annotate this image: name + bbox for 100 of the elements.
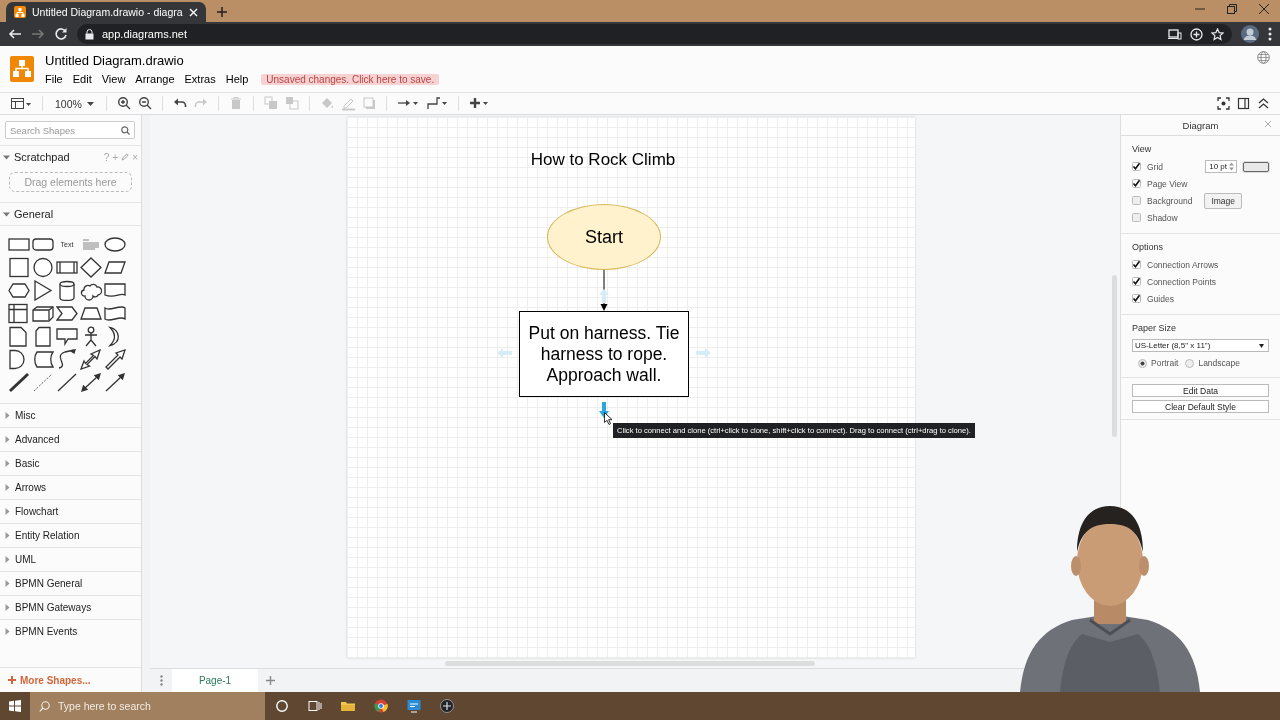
color-swatch[interactable] bbox=[1243, 161, 1269, 172]
checkbox[interactable] bbox=[1132, 277, 1141, 286]
search-icon bbox=[121, 125, 130, 135]
palette-section[interactable]: BPMN Events bbox=[0, 619, 141, 643]
zoom-dropdown[interactable]: 100% bbox=[53, 97, 96, 110]
thick-line-icon[interactable] bbox=[8, 371, 30, 393]
collapse-icon[interactable] bbox=[1257, 97, 1270, 110]
checkbox[interactable] bbox=[1132, 179, 1141, 188]
palette-section[interactable]: Advanced bbox=[0, 427, 141, 451]
menu-item[interactable]: Edit bbox=[67, 73, 97, 85]
line-icon[interactable] bbox=[56, 371, 78, 393]
cylinder-icon[interactable] bbox=[56, 279, 78, 301]
address-bar[interactable]: app.diagrams.net bbox=[77, 24, 1232, 44]
zoom-in-icon[interactable] bbox=[116, 96, 131, 111]
scrollbar[interactable] bbox=[1112, 275, 1117, 437]
image-button[interactable]: Image bbox=[1204, 192, 1242, 209]
save-notice[interactable]: Unsaved changes. Click here to save. bbox=[261, 73, 440, 85]
section-heading: Paper Size bbox=[1132, 323, 1178, 333]
app-icon[interactable] bbox=[439, 699, 454, 713]
curved-arrow-icon[interactable] bbox=[56, 348, 78, 370]
menu-item[interactable]: Arrange bbox=[130, 73, 180, 85]
block-arrow-icon[interactable] bbox=[104, 348, 126, 370]
diamond-icon[interactable] bbox=[80, 256, 102, 278]
paper-size-dropdown[interactable]: US-Letter (8,5" x 11") bbox=[1132, 339, 1269, 352]
restore-icon[interactable] bbox=[1227, 4, 1237, 14]
lock-icon bbox=[85, 28, 94, 40]
data-storage-icon[interactable] bbox=[32, 348, 54, 370]
palette-section[interactable]: Flowchart bbox=[0, 499, 141, 523]
checkbox[interactable] bbox=[1132, 294, 1141, 303]
zoom-out-icon[interactable] bbox=[137, 96, 152, 111]
more-menu-icon[interactable] bbox=[1268, 27, 1272, 41]
checkbox[interactable] bbox=[1132, 213, 1141, 222]
avatar-icon[interactable] bbox=[1241, 25, 1259, 43]
tab-title: Untitled Diagram.drawio - diagra bbox=[32, 6, 183, 18]
process-node[interactable]: Put on harness. Tie harness to rope. Approach wall. bbox=[519, 311, 689, 397]
triangle-icon[interactable] bbox=[32, 279, 54, 301]
diagram-title[interactable]: How to Rock Climb bbox=[477, 150, 729, 170]
general-header[interactable]: General bbox=[0, 202, 141, 225]
card-icon[interactable] bbox=[32, 325, 54, 347]
start-node[interactable]: Start bbox=[547, 204, 661, 270]
drop-area: Drag elements here bbox=[9, 172, 132, 192]
search-icon bbox=[39, 700, 50, 712]
menu-item[interactable]: View bbox=[96, 73, 131, 85]
scrollbar[interactable] bbox=[445, 661, 815, 666]
task-view-icon[interactable] bbox=[307, 699, 322, 713]
palette-section[interactable]: UML bbox=[0, 547, 141, 571]
plus-icon[interactable] bbox=[468, 96, 489, 111]
browser-tab[interactable]: Untitled Diagram.drawio - diagra bbox=[6, 2, 206, 22]
menu-item[interactable]: File bbox=[45, 73, 68, 85]
palette-section[interactable]: BPMN Gateways bbox=[0, 595, 141, 619]
star-icon[interactable] bbox=[1211, 27, 1224, 41]
note-icon[interactable] bbox=[8, 325, 30, 347]
checkbox[interactable] bbox=[1132, 196, 1141, 205]
monitor-icon[interactable] bbox=[406, 699, 421, 713]
square-icon[interactable] bbox=[8, 256, 30, 278]
panel-button[interactable]: Edit Data bbox=[1132, 384, 1269, 397]
windows-logo-icon[interactable] bbox=[9, 700, 21, 712]
arrow-icon[interactable] bbox=[104, 371, 126, 393]
folder-icon[interactable] bbox=[340, 699, 355, 713]
globe-icon[interactable] bbox=[1257, 51, 1270, 64]
checkbox[interactable] bbox=[1132, 162, 1141, 171]
caret-icon bbox=[1259, 343, 1264, 348]
url-text: app.diagrams.net bbox=[102, 28, 187, 40]
connector-arrow bbox=[600, 270, 608, 311]
menu-item[interactable]: Extras bbox=[179, 73, 221, 85]
fullscreen-icon[interactable] bbox=[1217, 97, 1230, 110]
radio-button[interactable] bbox=[1138, 358, 1147, 368]
internal-storage-icon[interactable] bbox=[8, 302, 30, 324]
option-label: Portrait bbox=[1151, 358, 1179, 368]
palette-section[interactable]: Misc bbox=[0, 403, 141, 427]
callout-icon[interactable] bbox=[56, 325, 78, 347]
caret-icon bbox=[86, 101, 94, 106]
back-icon[interactable] bbox=[8, 27, 22, 41]
browser-icon[interactable] bbox=[373, 699, 388, 713]
double-arrow-icon[interactable] bbox=[80, 348, 102, 370]
reload-icon[interactable] bbox=[54, 27, 68, 41]
grid-size-field[interactable]: 10 pt bbox=[1205, 160, 1237, 173]
file-name[interactable]: Untitled Diagram.drawio bbox=[45, 53, 440, 68]
page-tab[interactable]: Page-1 bbox=[172, 669, 258, 692]
circle-icon[interactable] bbox=[32, 256, 54, 278]
section-heading: View bbox=[1132, 144, 1153, 154]
palette-section[interactable]: Arrows bbox=[0, 475, 141, 499]
double-headed-arrow-icon[interactable] bbox=[80, 371, 102, 393]
format-panel-icon[interactable] bbox=[1237, 97, 1250, 110]
devices-icon[interactable] bbox=[1168, 28, 1182, 40]
app-logo-icon bbox=[10, 56, 34, 82]
install-icon[interactable] bbox=[1190, 27, 1203, 41]
section-heading: Options bbox=[1132, 242, 1165, 252]
menu-item[interactable]: Help bbox=[220, 73, 254, 85]
close-icon[interactable] bbox=[1259, 4, 1269, 14]
checkbox[interactable] bbox=[1132, 260, 1141, 269]
palette-section[interactable]: Entity Relation bbox=[0, 523, 141, 547]
panel-button[interactable]: Clear Default Style bbox=[1132, 400, 1269, 413]
palette-section[interactable]: Basic bbox=[0, 451, 141, 475]
palette-section[interactable]: BPMN General bbox=[0, 571, 141, 595]
plus-icon[interactable] bbox=[215, 6, 228, 18]
option-label: Landscape bbox=[1198, 358, 1240, 368]
sidebar-toggle-icon[interactable] bbox=[10, 96, 32, 111]
waypoints-icon[interactable] bbox=[425, 96, 448, 111]
radio-button[interactable] bbox=[1185, 358, 1195, 368]
